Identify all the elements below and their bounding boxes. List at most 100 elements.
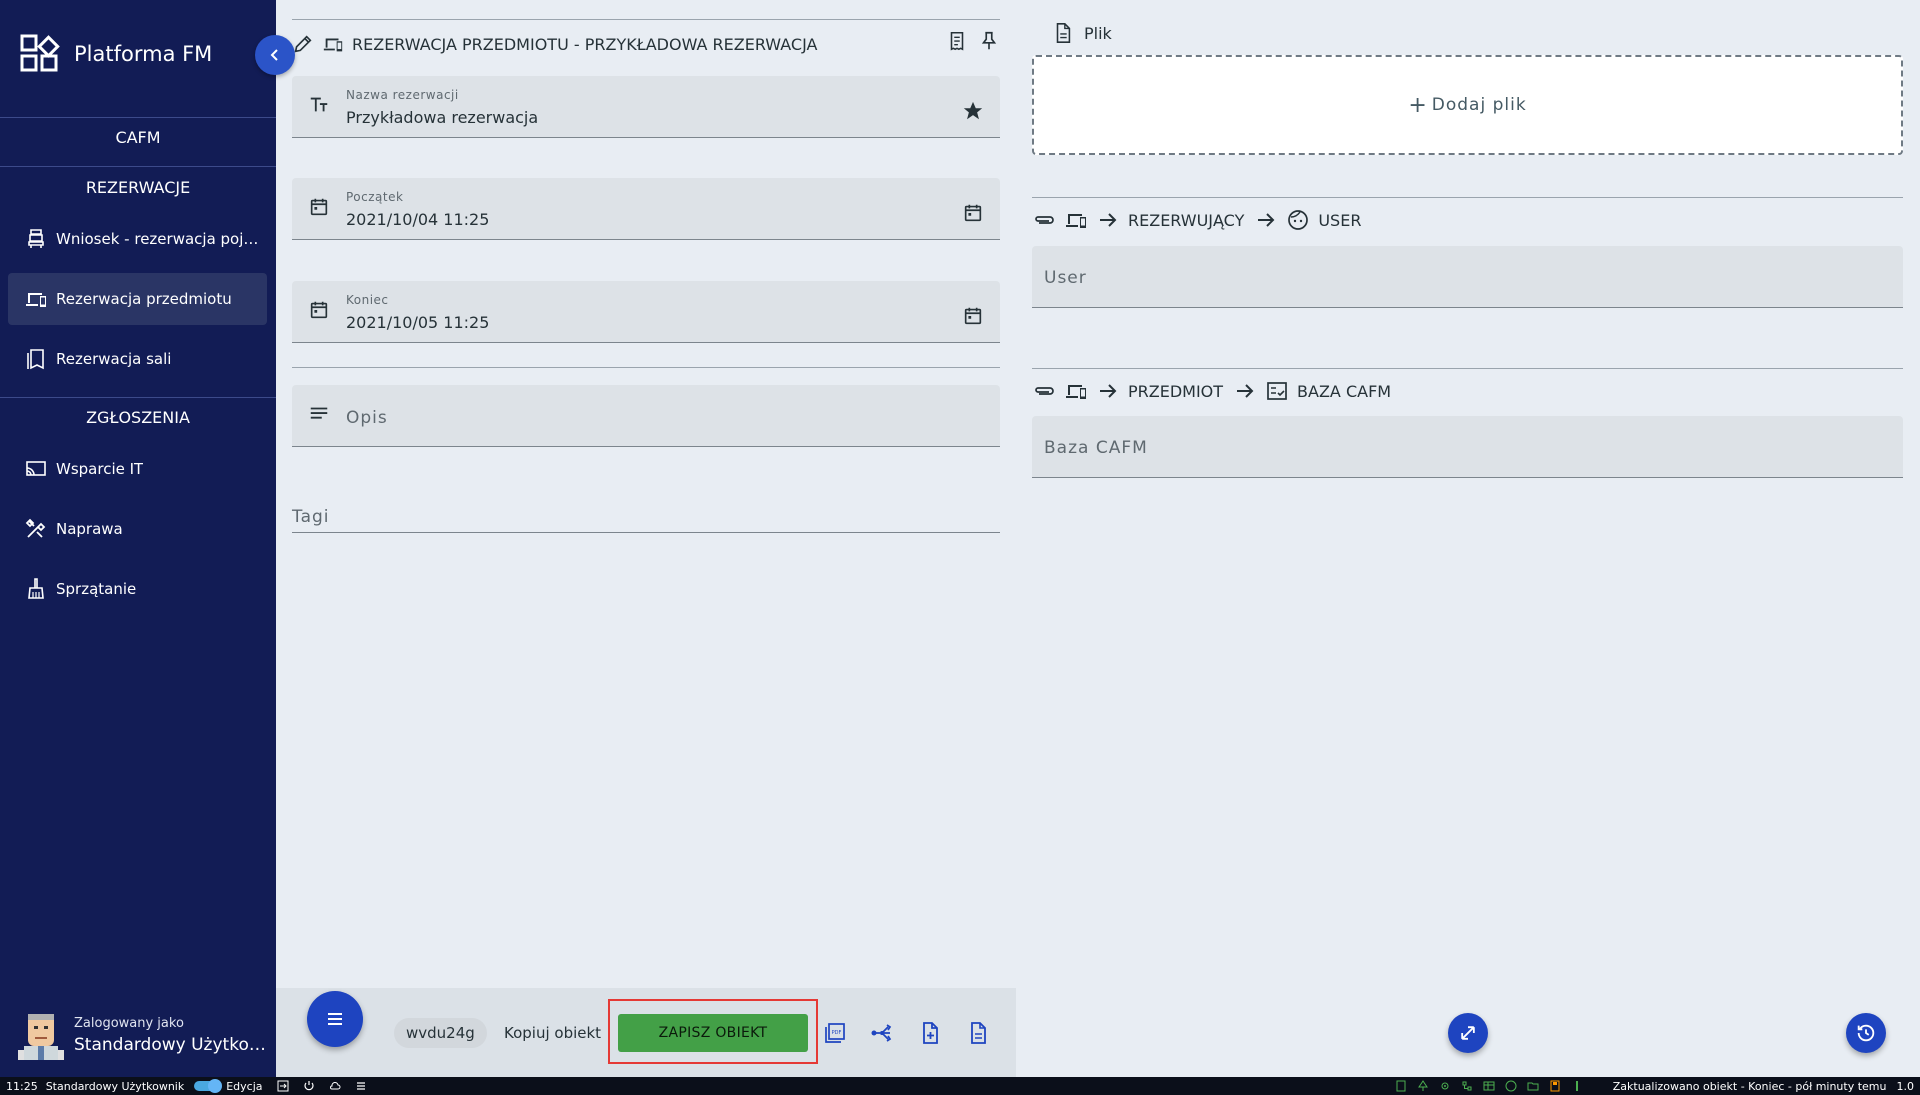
relation-divider xyxy=(1032,197,1903,198)
relation-target: USER xyxy=(1318,210,1362,230)
settings-icon[interactable] xyxy=(1439,1080,1451,1092)
sidebar-item-cleaning[interactable]: Sprzątanie xyxy=(8,563,267,615)
table-icon[interactable] xyxy=(1483,1080,1495,1092)
cast-icon xyxy=(26,461,46,476)
devices-icon xyxy=(1066,214,1086,228)
palette-icon[interactable] xyxy=(1505,1080,1517,1092)
relation-header-item: PRZEDMIOT BAZA CAFM xyxy=(1032,377,1401,405)
logged-user[interactable]: Zalogowany jako Standardowy Użytko… xyxy=(18,1010,266,1060)
field-value: 2021/10/05 11:25 xyxy=(346,313,490,332)
paperclip-icon xyxy=(1035,216,1054,224)
logout-icon[interactable] xyxy=(277,1080,289,1092)
history-button[interactable] xyxy=(1846,1013,1886,1053)
user-name: Standardowy Użytko… xyxy=(74,1034,266,1055)
field-label: Koniec xyxy=(346,293,389,307)
field-placeholder: Opis xyxy=(346,408,388,428)
sidebar-item-vehicle-reservation[interactable]: Wniosek - rezerwacja pojazdu xyxy=(8,213,267,265)
right-panel: Plik + Dodaj plik REZERWUJĄCY USER User … xyxy=(1016,0,1920,1077)
field-label: Początek xyxy=(346,190,404,204)
sidebar: Platforma FM CAFM REZERWACJE Wniosek - r… xyxy=(0,0,276,1077)
sidebar-divider xyxy=(0,166,276,167)
form-panel: REZERWACJA PRZEDMIOTU - PRZYKŁADOWA REZE… xyxy=(276,0,1016,988)
description-field[interactable]: Opis xyxy=(292,385,1000,447)
sidebar-item-item-reservation[interactable]: Rezerwacja przedmiotu xyxy=(8,273,267,325)
sidebar-item-repair[interactable]: Naprawa xyxy=(8,503,267,555)
calendar-icon xyxy=(310,301,328,319)
face-icon xyxy=(1288,210,1309,230)
chevron-left-icon xyxy=(270,49,278,61)
user-relation-field[interactable]: User xyxy=(1032,246,1903,308)
app-title: Platforma FM xyxy=(74,42,213,66)
sidebar-divider xyxy=(0,397,276,398)
power-icon[interactable] xyxy=(303,1080,315,1092)
add-file-label: Dodaj plik xyxy=(1431,95,1527,115)
devices-icon xyxy=(323,38,343,52)
edit-mode-toggle[interactable] xyxy=(194,1079,223,1093)
relation-label: REZERWUJĄCY xyxy=(1128,210,1245,230)
receipt-icon[interactable] xyxy=(1395,1080,1407,1092)
start-date-field[interactable]: Początek 2021/10/04 11:25 xyxy=(292,178,1000,240)
field-label: Nazwa rezerwacji xyxy=(346,88,459,102)
user-caption: Zalogowany jako xyxy=(74,1015,184,1031)
add-document-icon[interactable] xyxy=(918,1021,942,1045)
workflow-icon[interactable] xyxy=(870,1021,894,1045)
car-seat-icon xyxy=(28,229,44,248)
list-icon[interactable] xyxy=(355,1080,367,1092)
expand-button[interactable] xyxy=(1448,1013,1488,1053)
receipt-icon[interactable] xyxy=(946,30,968,52)
field-value: Przykładowa rezerwacja xyxy=(346,108,539,127)
folder-icon[interactable] xyxy=(1527,1080,1539,1092)
add-file-dropzone[interactable]: + Dodaj plik xyxy=(1032,55,1903,155)
arrow-right-icon xyxy=(1100,213,1117,227)
text-format-icon xyxy=(310,97,328,112)
devices-icon xyxy=(1066,385,1086,399)
form-header: REZERWACJA PRZEDMIOTU - PRZYKŁADOWA REZE… xyxy=(292,30,1000,58)
save-object-button[interactable]: ZAPISZ OBIEKT xyxy=(618,1014,808,1052)
file-title-label: Plik xyxy=(1084,23,1112,43)
end-date-field[interactable]: Koniec 2021/10/05 11:25 xyxy=(292,281,1000,343)
section-title-reservations: REZERWACJE xyxy=(85,178,191,197)
document-icon xyxy=(1056,23,1071,43)
sidebar-item-it-support[interactable]: Wsparcie IT xyxy=(8,443,267,495)
cafm-relation-field[interactable]: Baza CAFM xyxy=(1032,416,1903,478)
bookmark-icon xyxy=(27,349,44,370)
status-bar: 11:25 Standardowy Użytkownik Edycja Zakt… xyxy=(0,1077,1920,1095)
calendar-picker-icon[interactable] xyxy=(962,305,984,327)
app-logo[interactable]: Platforma FM xyxy=(20,34,212,74)
section-divider xyxy=(292,367,1000,368)
menu-fab[interactable] xyxy=(307,991,363,1047)
bar-icon[interactable] xyxy=(1571,1080,1583,1092)
field-placeholder: Baza CAFM xyxy=(1044,438,1148,458)
object-id-chip[interactable]: wvdu24g xyxy=(394,1018,487,1048)
cloud-icon[interactable] xyxy=(329,1080,341,1092)
calendar-picker-icon[interactable] xyxy=(962,202,984,224)
relation-divider xyxy=(1032,368,1903,369)
header-divider xyxy=(292,19,1000,20)
hierarchy-icon[interactable] xyxy=(1461,1080,1473,1092)
reservation-name-field[interactable]: Nazwa rezerwacji Przykładowa rezerwacja xyxy=(292,76,1000,138)
sidebar-cafm-link[interactable]: CAFM xyxy=(0,128,276,147)
pdf-icon[interactable]: PDF xyxy=(823,1021,847,1045)
relation-target: BAZA CAFM xyxy=(1297,381,1392,401)
arrow-right-icon xyxy=(1237,384,1254,398)
sidebar-divider xyxy=(0,117,276,118)
checklist-icon xyxy=(1267,382,1287,400)
status-message: Zaktualizowano obiekt - Koniec - pół min… xyxy=(1612,1079,1887,1093)
save-icon[interactable] xyxy=(1549,1080,1561,1092)
menu-icon xyxy=(328,1013,342,1025)
tree-icon[interactable] xyxy=(1417,1080,1429,1092)
field-value: 2021/10/04 11:25 xyxy=(346,210,490,229)
history-icon xyxy=(1857,1024,1875,1042)
sidebar-item-room-reservation[interactable]: Rezerwacja sali xyxy=(8,333,267,385)
copy-object-link[interactable]: Kopiuj obiekt xyxy=(504,1024,601,1042)
status-right: Zaktualizowano obiekt - Koniec - pół min… xyxy=(1385,1077,1920,1095)
status-user: Standardowy Użytkownik xyxy=(45,1079,185,1093)
pin-icon[interactable] xyxy=(978,30,1000,52)
expand-icon xyxy=(1461,1026,1475,1040)
form-title: REZERWACJA PRZEDMIOTU - PRZYKŁADOWA REZE… xyxy=(352,34,818,54)
collapse-sidebar-button[interactable] xyxy=(255,35,295,75)
star-icon[interactable] xyxy=(962,100,984,122)
document-icon[interactable] xyxy=(966,1021,990,1045)
broom-icon xyxy=(28,578,44,599)
tags-input[interactable]: Tagi xyxy=(292,500,1000,533)
